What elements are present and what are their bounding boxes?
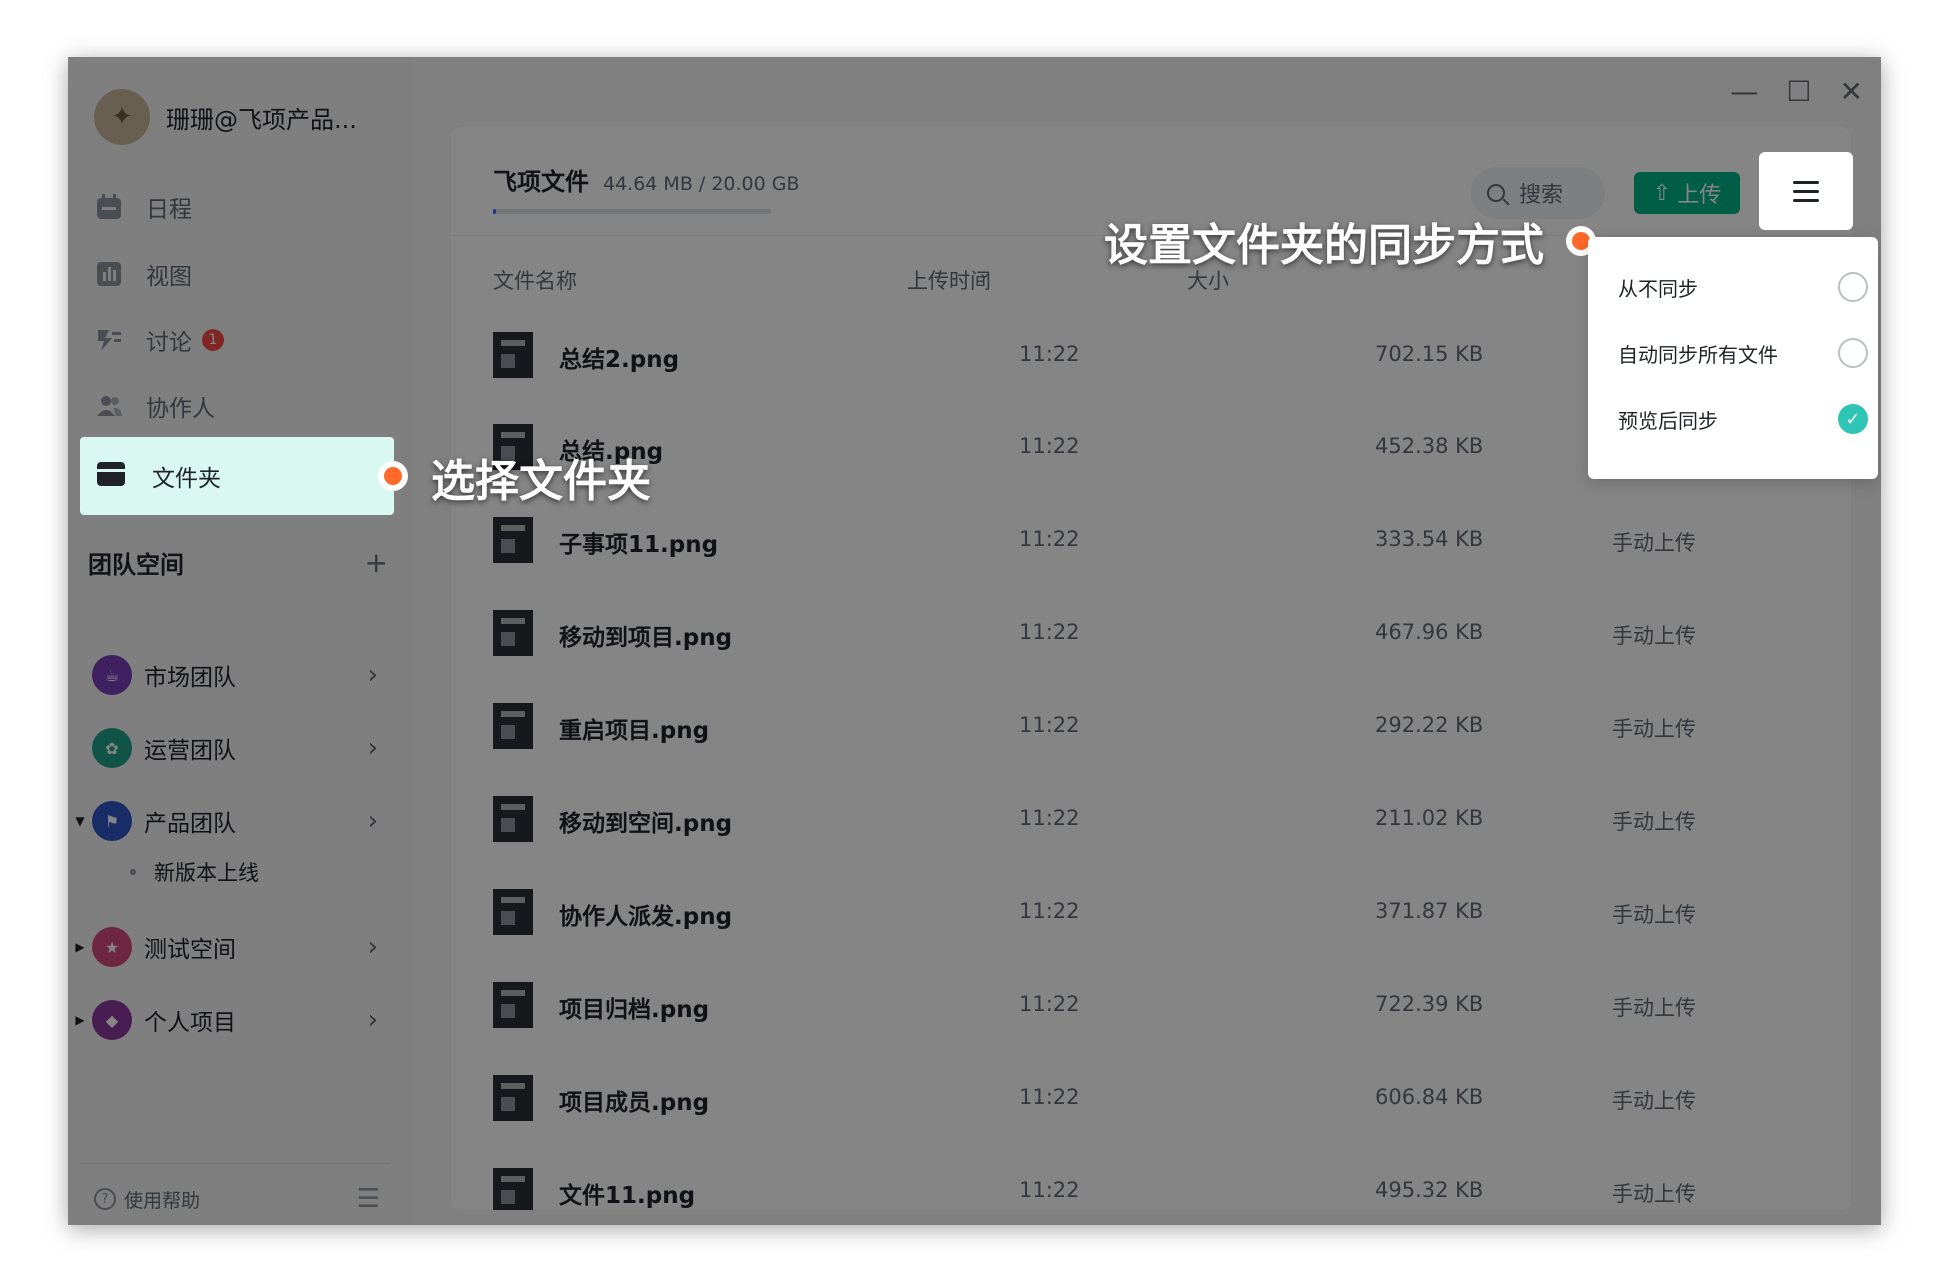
option-label: 自动同步所有文件 xyxy=(1618,342,1778,367)
sync-option-auto[interactable]: 自动同步所有文件 xyxy=(1618,333,1868,373)
sync-option-preview[interactable]: 预览后同步 ✓ xyxy=(1618,399,1868,439)
app-window: ✦ 珊珊@飞项产品... 日程 视图 讨论 1 协作人 团队空间 + ☕ 市场团… xyxy=(68,57,1881,1225)
radio-unchecked-icon[interactable] xyxy=(1838,272,1868,302)
hamburger-icon xyxy=(1793,175,1819,208)
nav-label: 文件夹 xyxy=(152,466,221,492)
sync-mode-menu: 从不同步 自动同步所有文件 预览后同步 ✓ xyxy=(1588,237,1878,479)
callout-sync-mode: 设置文件夹的同步方式 xyxy=(1104,220,1544,271)
option-label: 预览后同步 xyxy=(1618,408,1718,433)
callout-marker xyxy=(378,461,408,491)
option-label: 从不同步 xyxy=(1618,276,1698,301)
callout-select-folder: 选择文件夹 xyxy=(431,456,651,507)
tutorial-overlay xyxy=(68,57,1881,1225)
folder-icon xyxy=(96,460,126,492)
more-menu-button[interactable] xyxy=(1759,152,1853,230)
check-icon[interactable]: ✓ xyxy=(1838,404,1868,434)
radio-unchecked-icon[interactable] xyxy=(1838,338,1868,368)
sync-option-never[interactable]: 从不同步 xyxy=(1618,267,1868,307)
nav-item-folder[interactable]: 文件夹 xyxy=(80,437,394,515)
